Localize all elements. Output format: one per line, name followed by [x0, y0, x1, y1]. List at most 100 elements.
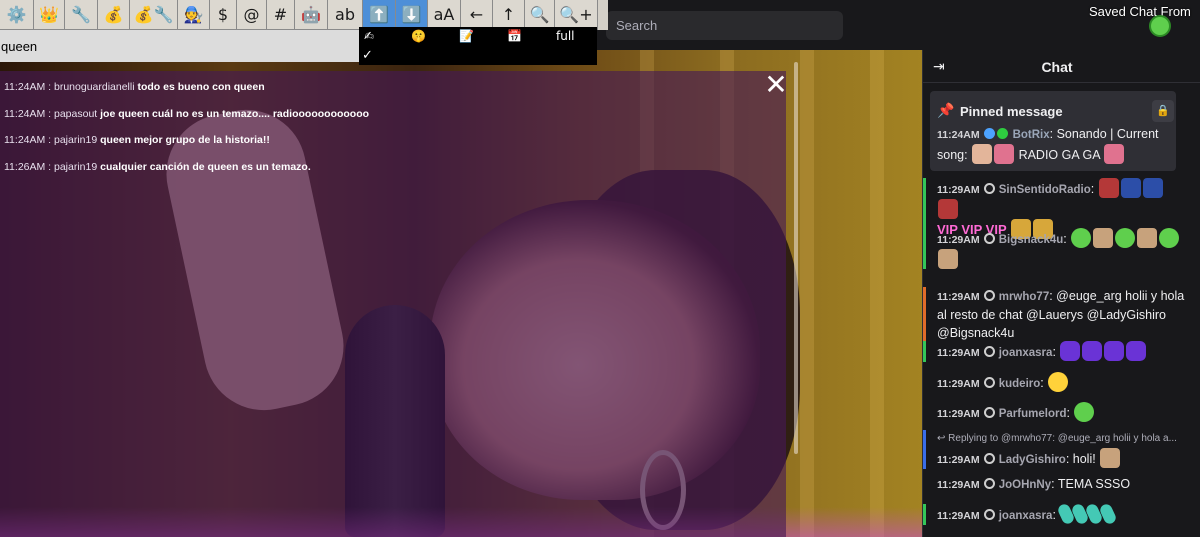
subscriber-badge-icon: [983, 407, 995, 418]
chat-username[interactable]: kudeiro: [996, 378, 1041, 390]
colon: :: [1090, 182, 1098, 196]
green-emote-icon: [1159, 228, 1180, 248]
arrow-up-box-icon[interactable]: ⬆️: [363, 0, 396, 30]
chat-message-text: holi!: [1072, 452, 1100, 466]
cat-emote-icon: [938, 249, 958, 269]
lock-icon[interactable]: 🔒: [1152, 100, 1174, 122]
zoom-out-icon[interactable]: 🔍: [525, 0, 555, 30]
curtain-fold: [870, 50, 884, 537]
timestamp: 11:29AM: [937, 347, 983, 359]
zoom-in-icon[interactable]: 🔍+: [555, 0, 598, 30]
strip-writing-icon[interactable]: ✍: [364, 29, 374, 43]
checkmark-icon[interactable]: ✓: [362, 47, 373, 63]
filtered-message-meta: 11:26AM : pajarin19: [4, 161, 101, 173]
strip-shush-icon[interactable]: 🤫: [411, 29, 426, 43]
money-bag-icon[interactable]: 💰: [98, 0, 130, 30]
green-emote-icon: [1074, 402, 1095, 422]
wrench-icon[interactable]: 🔧: [65, 0, 98, 30]
arrow-up-icon[interactable]: ↑: [493, 0, 525, 30]
filtered-message: 11:24AM : pajarin19 queen mejor grupo de…: [4, 134, 270, 146]
chat-username[interactable]: Bigsnack4u: [996, 234, 1064, 246]
chat-message: 11:29AM joanxasra:: [923, 502, 1189, 526]
chat-message: 11:29AM mrwho77: @euge_arg holii y hola …: [923, 287, 1189, 342]
filtered-message: 11:24AM : papasout joe queen cuál no es …: [4, 108, 369, 120]
dollar-icon[interactable]: $: [210, 0, 237, 30]
pinned-message[interactable]: 📌 Pinned message 🔒 11:24AM BotRix: Sonan…: [930, 91, 1176, 171]
red-emote-icon: [1098, 178, 1119, 198]
overlay-scrollbar[interactable]: [794, 62, 798, 454]
subscriber-badge-icon: [983, 290, 995, 301]
timestamp: 11:29AM: [937, 184, 983, 196]
red-emote-icon: [938, 199, 958, 219]
chat-username[interactable]: LadyGishiro: [996, 454, 1066, 466]
timestamp: 11:29AM: [937, 510, 983, 522]
chat-username[interactable]: joanxasra: [996, 510, 1053, 522]
pinned-text: 11:24AM BotRix: Sonando | Current song: …: [937, 125, 1177, 164]
arrow-left-icon[interactable]: ←: [461, 0, 493, 30]
chat-message: 11:29AM Bigsnack4u:: [923, 228, 1189, 269]
person-icon[interactable]: 🧑‍🔧: [178, 0, 210, 30]
colon: :: [1051, 477, 1058, 491]
filtered-message: 11:26AM : pajarin19 cualquier canción de…: [4, 161, 311, 173]
navy-emote-icon: [1120, 178, 1141, 198]
pin-icon: 📌: [937, 102, 955, 118]
green-emote-icon: [1115, 228, 1136, 248]
option-strip: ✍ 🤫 📝 📅 full ✓: [359, 27, 597, 65]
colon: :: [1065, 452, 1073, 466]
subscriber-badge-icon: [983, 346, 995, 357]
money-bag-wrench-icon[interactable]: 💰🔧: [130, 0, 178, 30]
purple-emote-icon: [1126, 341, 1147, 361]
chat-title: Chat: [1041, 59, 1073, 75]
chat-username[interactable]: JoOHnNy: [996, 479, 1051, 491]
timestamp: 11:29AM: [937, 378, 983, 390]
strip-memo-icon[interactable]: 📝: [459, 29, 474, 43]
timestamp: 11:24AM: [937, 129, 980, 141]
ab-icon[interactable]: ab: [328, 0, 363, 30]
colon: :: [1052, 345, 1060, 359]
filter-input[interactable]: [0, 30, 359, 62]
chat-username[interactable]: mrwho77: [996, 291, 1050, 303]
purple-emote-icon: [1082, 341, 1103, 361]
saved-chat-from-label: Saved Chat From: [1089, 4, 1191, 19]
strip-calendar-icon[interactable]: 📅: [507, 29, 522, 43]
chat-header: ⇥ Chat: [923, 50, 1200, 83]
green-emote-icon: [1071, 228, 1092, 248]
filtered-message-text: todo es bueno con queen: [137, 81, 265, 93]
colon: :: [1040, 376, 1048, 390]
search-input[interactable]: Search: [606, 11, 843, 40]
at-icon[interactable]: @: [237, 0, 267, 30]
chat-message-text: TEMA SSSO: [1057, 477, 1131, 491]
subscriber-badge-icon: [983, 183, 995, 194]
hash-icon[interactable]: #: [267, 0, 295, 30]
pinned-song: RADIO GA GA: [1018, 148, 1100, 162]
purple-emote-icon: [1104, 341, 1125, 361]
filtered-message-text: cualquier canción de queen es un temazo.: [100, 161, 311, 173]
crown-icon[interactable]: 👑: [34, 0, 65, 30]
gear-icon[interactable]: ⚙️: [0, 0, 34, 30]
cat-emote-icon: [1100, 448, 1121, 468]
chat-username[interactable]: joanxasra: [996, 347, 1053, 359]
arrow-down-box-icon[interactable]: ⬇️: [396, 0, 428, 30]
extension-toolbar: ⚙️ 👑 🔧 💰 💰🔧 🧑‍🔧 $ @ # 🤖 ab ⬆️ ⬇️ aA ← ↑ 🔍 🔍+: [0, 0, 608, 30]
chat-username[interactable]: SinSentidoRadio: [996, 184, 1091, 196]
chat-message: 11:29AM JoOHnNy: TEMA SSSO: [923, 475, 1189, 494]
timestamp: 11:29AM: [937, 408, 983, 420]
timestamp: 11:29AM: [937, 234, 983, 246]
subscriber-badge-icon: [983, 233, 995, 244]
robot-icon[interactable]: 🤖: [295, 0, 328, 30]
colon: :: [1063, 232, 1071, 246]
chat-message: ↩ Replying to @mrwho77: @euge_arg holii …: [923, 430, 1189, 469]
filtered-message: 11:24AM : brunoguardianelli todo es buen…: [4, 81, 265, 93]
font-size-icon[interactable]: aA: [428, 0, 461, 30]
curtain-fold: [800, 50, 814, 537]
timestamp: 11:29AM: [937, 454, 983, 466]
reply-context[interactable]: ↩ Replying to @mrwho77: @euge_arg holii …: [937, 430, 1185, 448]
close-icon[interactable]: ✕: [762, 71, 790, 99]
moderator-badge-icon: [984, 128, 996, 139]
chat-username[interactable]: Parfumelord: [996, 408, 1067, 420]
cat-emote-icon: [1137, 228, 1158, 248]
filtered-message-text: joe queen cuál no es un temazo.... radio…: [100, 108, 370, 120]
strip-full-option[interactable]: full: [556, 29, 575, 43]
pinned-username[interactable]: BotRix: [1013, 129, 1050, 141]
bee-emote-icon: [1048, 372, 1069, 392]
